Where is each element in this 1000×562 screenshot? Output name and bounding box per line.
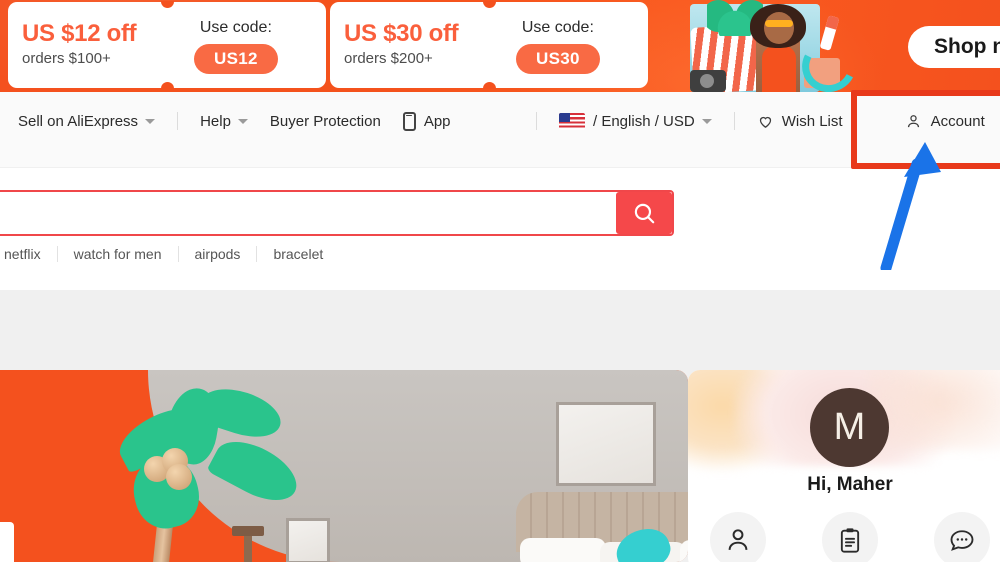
nav-divider <box>536 112 537 130</box>
main-content: M Hi, Maher <box>0 290 1000 562</box>
model-face <box>764 12 794 44</box>
chevron-down-icon <box>145 118 156 124</box>
nav-buyer-protection-label: Buyer Protection <box>269 112 381 130</box>
coupon-card[interactable]: US $30 off orders $200+ Use code: US30 <box>330 1 648 89</box>
coupon-code-block: Use code: US30 <box>512 17 600 74</box>
lamp-icon <box>232 526 264 562</box>
white-card-decoration <box>0 522 14 562</box>
suggestion-item[interactable]: airpods <box>179 246 258 262</box>
greeting-text: Hi, Maher <box>807 474 893 495</box>
search-button[interactable] <box>616 192 672 234</box>
coupon-amount: US $12 off <box>22 20 137 47</box>
camera-icon <box>690 70 726 92</box>
coupon-amount-block: US $12 off orders $100+ <box>22 20 190 70</box>
profile-icon <box>710 512 766 562</box>
shop-now-button[interactable]: Shop now <box>908 26 1000 68</box>
nav-help-label: Help <box>200 112 231 130</box>
avatar[interactable]: M <box>810 388 889 467</box>
pillow <box>520 538 606 562</box>
coupon-minimum: orders $100+ <box>22 50 111 67</box>
promo-illustration <box>652 0 862 92</box>
coupon-amount: US $30 off <box>344 20 459 47</box>
coupon-code-block: Use code: US12 <box>190 17 278 74</box>
us-flag-icon <box>559 112 585 130</box>
search-box[interactable] <box>0 190 674 236</box>
pointer-arrow <box>880 142 941 270</box>
suggestion-item[interactable]: bracelet <box>257 246 339 262</box>
hero-banner[interactable] <box>0 370 688 562</box>
nav-divider <box>733 112 735 130</box>
search-row: netflix watch for men airpods bracelet 1 <box>0 168 1000 398</box>
wall-art-icon <box>286 518 330 562</box>
nav-wish-list[interactable]: Wish List <box>757 113 843 130</box>
nav-left-group: Sell on AliExpress Help Buyer Protection… <box>18 106 473 136</box>
nav-app-label: App <box>423 112 451 130</box>
search-input[interactable] <box>0 192 616 234</box>
mobile-phone-icon <box>402 111 416 131</box>
account-action-profile[interactable] <box>710 512 766 562</box>
nav-sell-on-aliexpress[interactable]: Sell on AliExpress <box>18 112 156 130</box>
nav-sell-label: Sell on AliExpress <box>18 112 139 130</box>
coupon-use-code-label: Use code: <box>521 18 594 36</box>
coupon-use-code-label: Use code: <box>199 18 272 36</box>
suggestion-item[interactable]: watch for men <box>58 246 179 262</box>
coconut-icon <box>144 448 200 490</box>
swimsuit <box>762 46 796 92</box>
account-panel: M Hi, Maher <box>688 370 1000 562</box>
suggestion-item[interactable]: netflix <box>0 246 58 262</box>
pillow <box>680 540 688 562</box>
heart-icon <box>757 113 774 130</box>
orders-icon <box>822 512 878 562</box>
coupon-notch-bottom <box>161 82 174 89</box>
account-actions <box>688 512 1000 562</box>
nav-buyer-protection[interactable]: Buyer Protection <box>270 113 381 130</box>
coupon-code-pill[interactable]: US12 <box>194 43 278 74</box>
page-root: US $12 off orders $100+ Use code: US12 U… <box>0 0 1000 562</box>
decorative-gradient <box>868 370 1000 450</box>
search-suggestions: netflix watch for men airpods bracelet <box>0 246 339 262</box>
nav-divider <box>177 112 179 130</box>
coupon-minimum: orders $200+ <box>344 50 433 67</box>
top-navigation-bar: Sell on AliExpress Help Buyer Protection… <box>0 92 1000 168</box>
messages-icon <box>934 512 990 562</box>
coupon-card[interactable]: US $12 off orders $100+ Use code: US12 <box>8 1 326 89</box>
coupon-notch-top <box>483 1 496 8</box>
sunglasses-icon <box>765 20 793 27</box>
nav-wish-list-label: Wish List <box>781 112 843 130</box>
coupon-notch-bottom <box>483 82 496 89</box>
coupon-code-pill[interactable]: US30 <box>516 43 600 74</box>
chevron-down-icon <box>237 118 248 124</box>
account-action-messages[interactable] <box>934 512 990 562</box>
nav-locale-selector[interactable]: / English / USD <box>559 112 712 130</box>
account-action-orders[interactable] <box>822 512 878 562</box>
promo-banner[interactable]: US $12 off orders $100+ Use code: US12 U… <box>0 0 1000 92</box>
nav-locale-label: / English / USD <box>593 112 695 130</box>
chevron-down-icon <box>701 118 712 124</box>
nav-app[interactable]: App <box>402 111 451 131</box>
nav-help[interactable]: Help <box>200 113 248 130</box>
wall-art-icon <box>556 402 656 486</box>
coupon-notch-top <box>161 1 174 8</box>
coupon-amount-block: US $30 off orders $200+ <box>344 20 512 70</box>
